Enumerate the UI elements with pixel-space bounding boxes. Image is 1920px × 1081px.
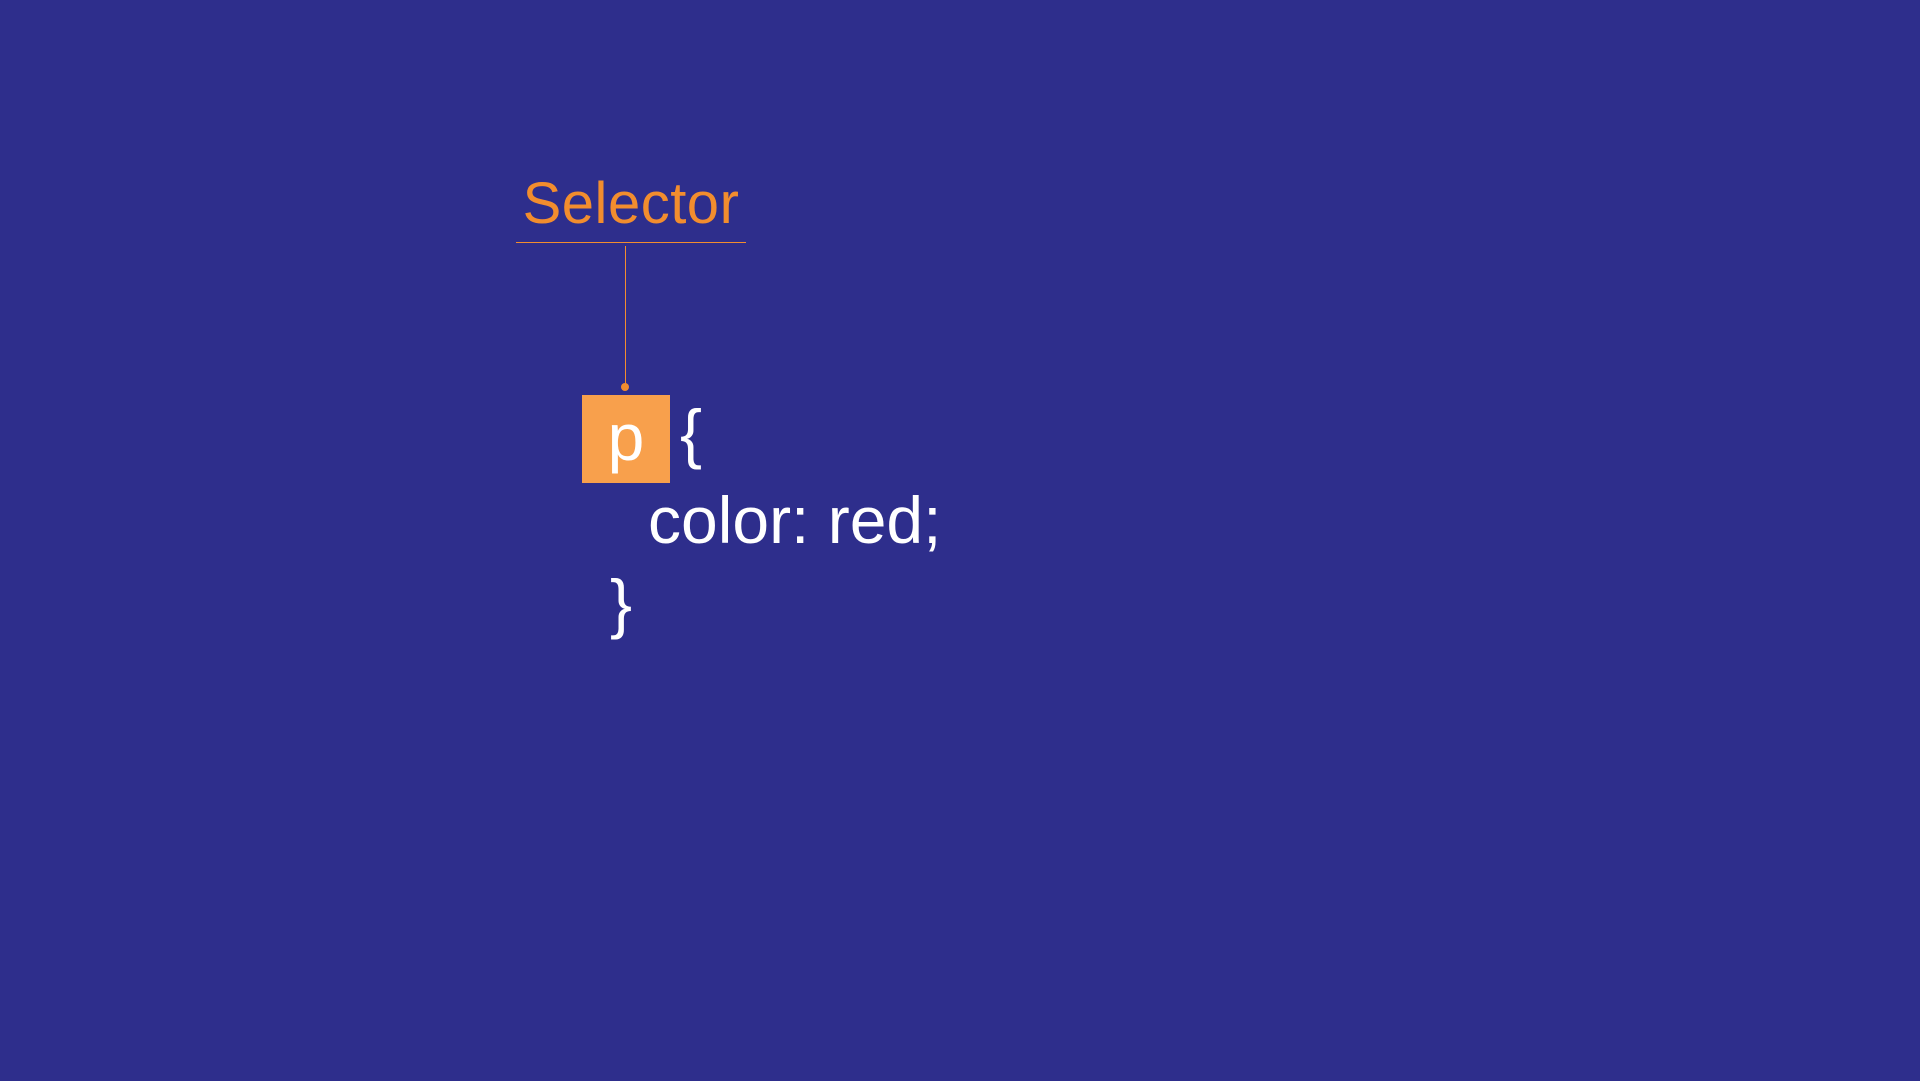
annotation-underline: [516, 242, 746, 243]
css-selector: p: [608, 404, 645, 470]
css-open-brace: {: [680, 395, 702, 471]
selector-highlight: p: [582, 395, 670, 483]
css-close-brace: }: [610, 565, 632, 641]
connector-dot: [621, 383, 629, 391]
annotation-label: Selector: [516, 170, 746, 237]
annotation-label-container: Selector: [516, 170, 746, 243]
css-declaration: color: red;: [648, 482, 941, 558]
connector-line: [625, 246, 626, 386]
